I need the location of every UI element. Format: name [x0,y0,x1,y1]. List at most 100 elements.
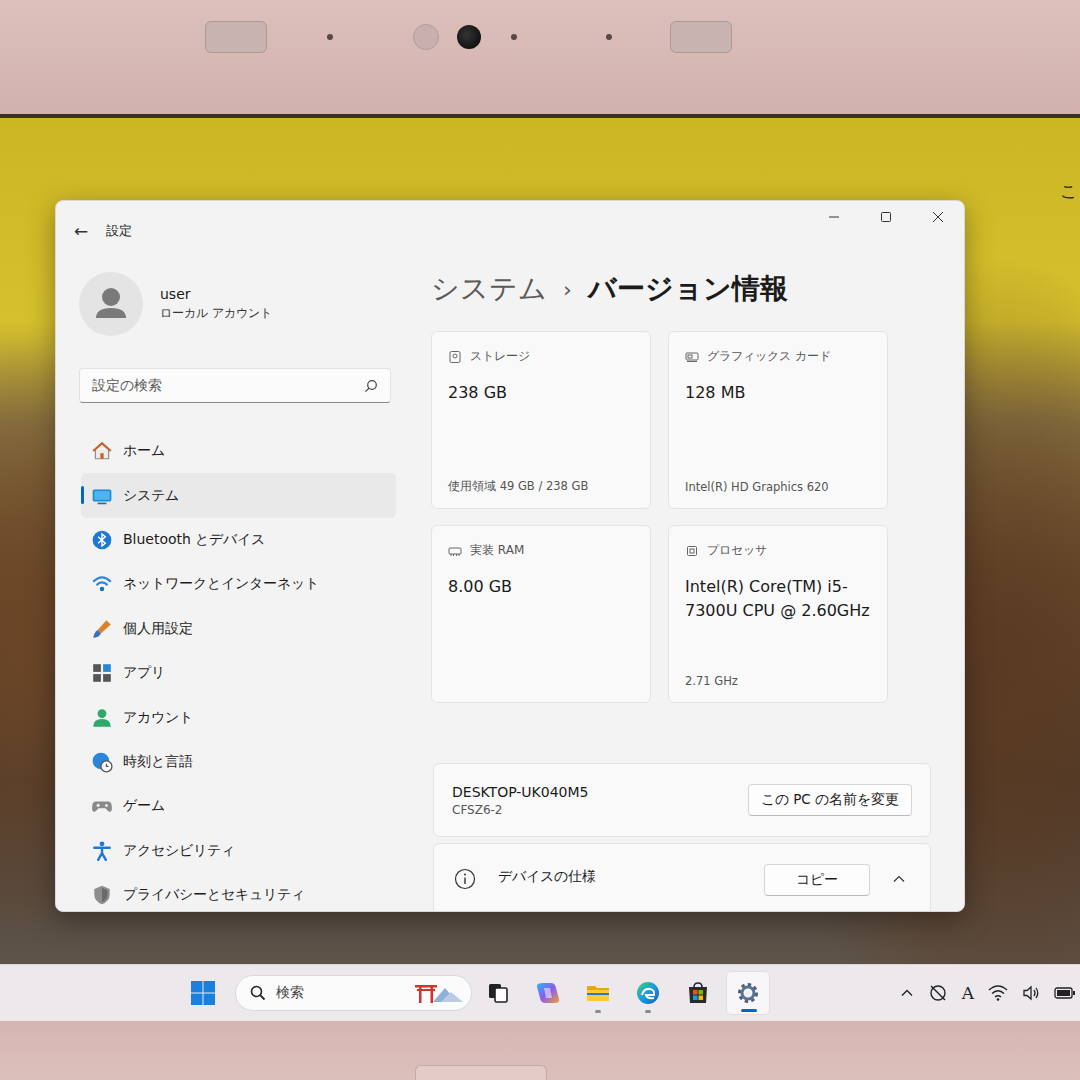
sidebar: user ローカル アカウント 設定の検索 ホーム システム Bluetooth… [56,249,401,912]
bezel-pad [205,21,267,53]
task-view-icon [485,980,511,1006]
desktop: こ ← 設定 user ローカル アカウント 設定の検索 ホーム システム Bl… [0,118,1080,964]
device-model: CFSZ6-2 [452,803,589,817]
card-label: ストレージ [470,348,530,365]
taskbar-search[interactable]: 検索 [235,975,472,1011]
sidebar-item[interactable]: アカウント [81,695,396,739]
sidebar-label: システム [123,487,179,505]
card-label: グラフィックス カード [707,348,831,365]
taskbar-app[interactable] [526,971,570,1015]
ir-sensor [413,24,439,50]
sidebar-item[interactable]: Bluetooth とデバイス [81,518,396,562]
sidebar-item[interactable]: 時刻と言語 [81,740,396,784]
device-name: DESKTOP-UK040M5 [452,784,589,800]
search-icon [250,985,266,1001]
maximize-icon [880,211,892,223]
start-button[interactable] [181,971,225,1015]
breadcrumb: システム › バージョン情報 [431,267,964,311]
taskbar-app[interactable] [576,971,620,1015]
card-detail: 2.71 GHz [685,674,873,688]
sidebar-item[interactable]: システム [81,473,396,517]
card-label: 実装 RAM [470,542,524,559]
file-explorer-icon [585,980,611,1006]
chevron-icon[interactable] [892,872,906,886]
content-pane: システム › バージョン情報 ストレージ 238 GB 使用領域 49 GB /… [401,249,964,912]
back-button[interactable]: ← [74,221,88,241]
sidebar-label: ホーム [123,442,165,460]
taskbar-app[interactable] [626,971,670,1015]
account-name: user [160,286,272,302]
sidebar-label: アカウント [123,709,193,727]
sidebar-item[interactable]: アプリ [81,651,396,695]
wifi-icon[interactable] [988,984,1008,1002]
running-indicator [595,1010,601,1013]
webcam-icon [457,25,481,49]
taskbar-app[interactable] [726,971,770,1015]
card-detail: Intel(R) HD Graphics 620 [685,480,873,494]
specs-title: デバイスの仕様 [498,868,752,886]
speaker-icon[interactable] [1022,984,1040,1002]
bezel-pad [670,21,732,53]
edge-icon [635,980,661,1006]
search-icon [364,379,378,393]
card-label: プロセッサ [707,542,767,559]
torii-highlight-icon [413,980,465,1006]
sidebar-label: アプリ [123,664,165,682]
card-detail: 使用領域 49 GB / 238 GB [448,479,636,494]
ime-indicator[interactable]: A [962,983,974,1003]
close-button[interactable] [912,201,964,233]
ram-icon [448,544,462,558]
taskbar-app[interactable] [476,971,520,1015]
account-type: ローカル アカウント [160,305,272,322]
home-icon [91,440,113,462]
device-specs-row[interactable]: デバイスの仕様 コピー [433,843,931,912]
sidebar-item[interactable]: アクセシビリティ [81,829,396,873]
device-name-row: DESKTOP-UK040M5 CFSZ6-2 この PC の名前を変更 [433,763,931,837]
account-icon [91,707,113,729]
controller-icon [91,795,113,817]
window-title: 設定 [106,223,132,240]
sensor-dot [327,34,333,40]
rename-button[interactable]: この PC の名前を変更 [748,784,912,816]
sidebar-label: Bluetooth とデバイス [123,531,265,549]
chevron-up-icon[interactable] [900,986,914,1000]
spec-card: 実装 RAM 8.00 GB [431,525,651,703]
apps-icon [91,662,113,684]
taskbar-search-placeholder: 検索 [276,984,403,1002]
system-icon [91,485,113,507]
spec-card: プロセッサ Intel(R) Core(TM) i5-7300U CPU @ 2… [668,525,888,703]
card-value: 128 MB [685,381,873,405]
sensor-dot [511,34,517,40]
close-icon [932,211,944,223]
settings-search[interactable]: 設定の検索 [79,368,391,403]
network-icon [91,573,113,595]
laptop-photo: こ ← 設定 user ローカル アカウント 設定の検索 ホーム システム Bl… [0,0,1080,1080]
desktop-text: こ [1060,180,1077,203]
breadcrumb-parent[interactable]: システム [431,270,547,308]
spec-card: ストレージ 238 GB 使用領域 49 GB / 238 GB [431,331,651,509]
maximize-button[interactable] [860,201,912,233]
bluetooth-icon [91,529,113,551]
sidebar-item[interactable]: ホーム [81,429,396,473]
info-icon [454,868,476,890]
battery-icon[interactable] [1054,986,1076,1000]
minimize-button[interactable] [808,201,860,233]
account-profile[interactable]: user ローカル アカウント [79,272,401,336]
taskbar-app[interactable] [676,971,720,1015]
sidebar-label: ゲーム [123,797,165,815]
title-bar: ← 設定 [56,201,964,249]
sidebar-item[interactable]: ゲーム [81,784,396,828]
sidebar-item[interactable]: ネットワークとインターネット [81,562,396,606]
windows-logo-icon [190,980,216,1006]
copy-button[interactable]: コピー [764,864,870,896]
sidebar-item[interactable]: 個人用設定 [81,607,396,651]
network-off-icon[interactable] [928,983,948,1003]
breadcrumb-current: バージョン情報 [588,270,788,308]
settings-icon [735,980,761,1006]
sensor-dot [606,34,612,40]
storage-icon [448,350,462,364]
settings-window: ← 設定 user ローカル アカウント 設定の検索 ホーム システム Blue… [55,200,965,912]
sidebar-item[interactable]: プライバシーとセキュリティ [81,873,396,912]
top-bezel [0,0,1080,118]
lid-tab [415,1065,547,1080]
